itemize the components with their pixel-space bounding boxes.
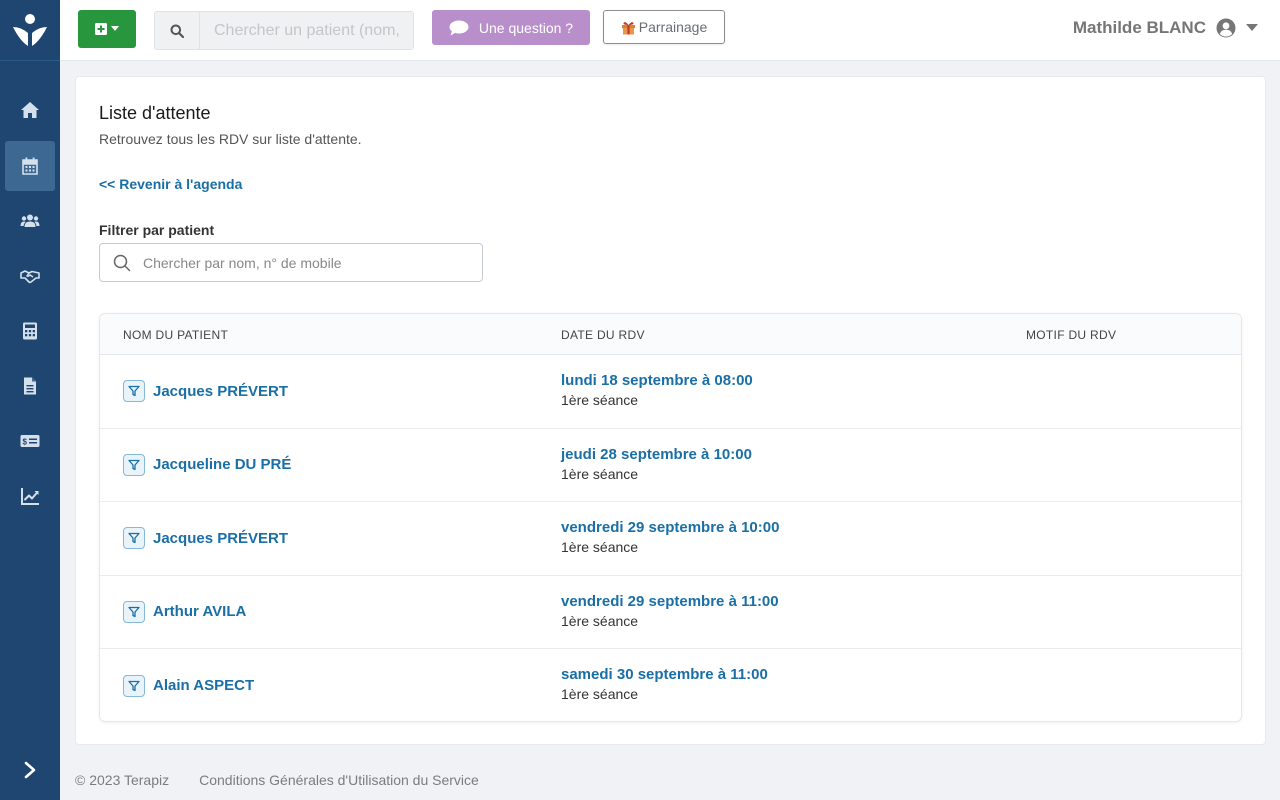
- question-button[interactable]: Une question ?: [432, 10, 590, 45]
- search-icon: [170, 24, 184, 38]
- table-row: Jacqueline DU PRÉ jeudi 28 septembre à 1…: [100, 429, 1241, 502]
- terapiz-logo-icon: [13, 14, 47, 46]
- filter-icon: [123, 600, 145, 623]
- appointment-cell: vendredi 29 septembre à 11:00 1ère séanc…: [561, 593, 779, 629]
- appointment-cell: lundi 18 septembre à 08:00 1ère séance: [561, 372, 753, 408]
- patient-name: Alain ASPECT: [153, 677, 255, 695]
- column-header-motif: MOTIF DU RDV: [1026, 328, 1117, 342]
- patient-name: Jacqueline DU PRÉ: [153, 456, 292, 474]
- appointment-date-link[interactable]: vendredi 29 septembre à 11:00: [561, 593, 779, 610]
- patient-search-input[interactable]: [200, 12, 413, 49]
- appointment-date-link[interactable]: lundi 18 septembre à 08:00: [561, 372, 753, 389]
- patient-link[interactable]: Alain ASPECT: [123, 649, 255, 721]
- comment-icon: [449, 20, 469, 35]
- sidebar-item-agenda[interactable]: [5, 141, 55, 191]
- svg-text:$: $: [23, 438, 28, 447]
- sidebar-item-partners[interactable]: [5, 251, 55, 301]
- appointment-type: 1ère séance: [561, 612, 639, 629]
- table-row: Arthur AVILA vendredi 29 septembre à 11:…: [100, 576, 1241, 649]
- user-circle-icon: [1216, 18, 1236, 38]
- sidebar-item-payments[interactable]: $: [5, 416, 55, 466]
- document-icon: [24, 377, 36, 395]
- back-to-agenda-link[interactable]: << Revenir à l'agenda: [99, 176, 242, 192]
- search-icon: [113, 254, 131, 271]
- patient-link[interactable]: Arthur AVILA: [123, 576, 246, 649]
- waiting-list-card: Liste d'attente Retrouvez tous les RDV s…: [75, 76, 1266, 745]
- sidebar-item-patients[interactable]: [5, 196, 55, 246]
- user-menu[interactable]: Mathilde BLANC: [1073, 18, 1258, 38]
- column-header-date: DATE DU RDV: [561, 328, 645, 342]
- cgu-link[interactable]: Conditions Générales d'Utilisation du Se…: [199, 772, 479, 788]
- appointment-type: 1ère séance: [561, 392, 639, 408]
- appointment-cell: samedi 30 septembre à 11:00 1ère séance: [561, 666, 768, 702]
- copyright: © 2023 Terapiz: [75, 772, 170, 788]
- appointment-date-link[interactable]: samedi 30 septembre à 11:00: [561, 666, 768, 683]
- filter-icon: [123, 453, 145, 476]
- patient-name: Jacques PRÉVERT: [153, 529, 289, 547]
- page-title: Liste d'attente: [99, 103, 211, 123]
- sidebar-item-accounting[interactable]: [5, 306, 55, 356]
- appointment-type: 1ère séance: [561, 465, 639, 482]
- filter-icon: [123, 380, 145, 403]
- filter-label: Filtrer par patient: [99, 222, 215, 238]
- patient-link[interactable]: Jacqueline DU PRÉ: [123, 429, 291, 502]
- filter-icon: [123, 527, 145, 550]
- page-subtitle: Retrouvez tous les RDV sur liste d'atten…: [99, 131, 362, 147]
- user-name: Mathilde BLANC: [1072, 18, 1206, 37]
- top-bar: Une question ? Parrainage Mathilde BLANC: [60, 0, 1280, 61]
- parrainage-button-label: Parrainage: [638, 19, 708, 35]
- patient-link[interactable]: Jacques PRÉVERT: [123, 355, 288, 428]
- appointment-date-link[interactable]: jeudi 28 septembre à 10:00: [561, 446, 752, 463]
- handshake-icon: [20, 270, 40, 284]
- table-header: NOM DU PATIENT DATE DU RDV MOTIF DU RDV: [100, 314, 1241, 355]
- users-icon: [20, 214, 40, 227]
- waiting-list-table: NOM DU PATIENT DATE DU RDV MOTIF DU RDV …: [99, 313, 1242, 722]
- filter-patient-input[interactable]: [131, 254, 482, 271]
- gift-icon: [621, 21, 635, 34]
- home-icon: [21, 102, 39, 118]
- appointment-cell: vendredi 29 septembre à 10:00 1ère séanc…: [561, 519, 779, 555]
- footer: © 2023 Terapiz Conditions Générales d'Ut…: [75, 772, 479, 788]
- caret-down-icon: [1246, 24, 1258, 31]
- chart-line-icon: [21, 488, 39, 505]
- column-header-patient: NOM DU PATIENT: [123, 328, 229, 342]
- patient-name: Jacques PRÉVERT: [153, 382, 289, 400]
- filter-icon: [123, 674, 145, 697]
- sidebar-expand-button[interactable]: [0, 754, 60, 786]
- sidebar-item-documents[interactable]: [5, 361, 55, 411]
- patient-name: Arthur AVILA: [153, 603, 247, 621]
- table-row: Jacques PRÉVERT vendredi 29 septembre à …: [100, 502, 1241, 576]
- appointment-type: 1ère séance: [561, 539, 639, 555]
- calendar-icon: [22, 157, 38, 175]
- chevron-right-icon: [24, 761, 36, 779]
- search-icon-addon: [155, 12, 200, 49]
- sidebar-item-statistics[interactable]: [5, 471, 55, 521]
- patient-search: [154, 11, 414, 50]
- add-button[interactable]: [78, 10, 136, 48]
- money-check-icon: $: [20, 435, 40, 447]
- appointment-type: 1ère séance: [561, 686, 639, 702]
- caret-down-icon: [111, 26, 119, 31]
- question-button-label: Une question ?: [478, 19, 574, 36]
- patient-link[interactable]: Jacques PRÉVERT: [123, 502, 288, 575]
- calculator-icon: [23, 322, 37, 340]
- appointment-cell: jeudi 28 septembre à 10:00 1ère séance: [561, 446, 752, 482]
- filter-patient: [99, 243, 483, 282]
- app-logo[interactable]: [0, 0, 60, 61]
- table-row: Jacques PRÉVERT lundi 18 septembre à 08:…: [100, 355, 1241, 429]
- sidebar-item-home[interactable]: [5, 85, 55, 135]
- parrainage-button[interactable]: Parrainage: [603, 10, 725, 44]
- plus-square-icon: [95, 23, 107, 35]
- appointment-date-link[interactable]: vendredi 29 septembre à 10:00: [561, 519, 779, 536]
- sidebar: $: [0, 0, 60, 800]
- table-row: Alain ASPECT samedi 30 septembre à 11:00…: [100, 649, 1241, 721]
